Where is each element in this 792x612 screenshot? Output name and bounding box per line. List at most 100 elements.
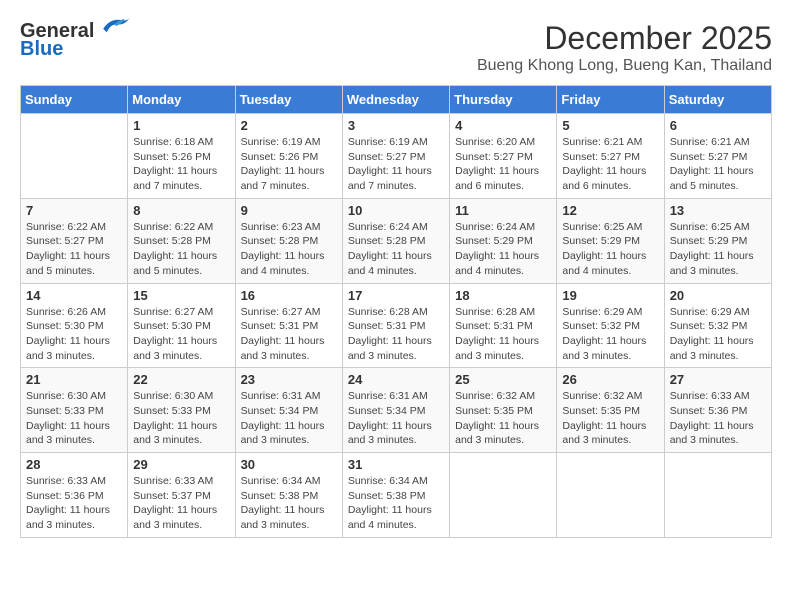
- day-info: Sunrise: 6:30 AMSunset: 5:33 PMDaylight:…: [133, 389, 229, 448]
- calendar-cell: 28Sunrise: 6:33 AMSunset: 5:36 PMDayligh…: [21, 453, 128, 538]
- calendar-cell: 2 Sunrise: 6:19 AMSunset: 5:26 PMDaylight…: [235, 114, 342, 199]
- day-number: 19: [562, 288, 658, 303]
- logo: General Blue: [20, 20, 132, 61]
- logo-blue: Blue: [20, 38, 63, 61]
- day-info: Sunrise: 6:19 AMSunset: 5:27 PMDaylight:…: [348, 135, 444, 194]
- day-info: Sunrise: 6:33 AMSunset: 5:36 PMDaylight:…: [26, 474, 122, 533]
- calendar-header-wednesday: Wednesday: [342, 86, 449, 114]
- day-number: 4: [455, 118, 551, 133]
- day-number: 22: [133, 372, 229, 387]
- title-section: December 2025 Bueng Khong Long, Bueng Ka…: [477, 20, 772, 75]
- calendar-header-sunday: Sunday: [21, 86, 128, 114]
- calendar-cell: 23 Sunrise: 6:31 AMSunset: 5:34 PMDayligh…: [235, 368, 342, 453]
- calendar-header-monday: Monday: [128, 86, 235, 114]
- calendar-cell: 1Sunrise: 6:18 AMSunset: 5:26 PMDaylight…: [128, 114, 235, 199]
- calendar-table: SundayMondayTuesdayWednesdayThursdayFrid…: [20, 85, 772, 538]
- day-info: Sunrise: 6:33 AMSunset: 5:36 PMDaylight:…: [670, 389, 766, 448]
- day-info: Sunrise: 6:28 AMSunset: 5:31 PMDaylight:…: [455, 305, 551, 364]
- day-number: 24: [348, 372, 444, 387]
- day-number: 8: [133, 203, 229, 218]
- month-year-title: December 2025: [477, 20, 772, 57]
- day-number: 20: [670, 288, 766, 303]
- calendar-cell: 29 Sunrise: 6:33 AMSunset: 5:37 PMDayligh…: [128, 453, 235, 538]
- day-info: Sunrise: 6:24 AMSunset: 5:28 PMDaylight:…: [348, 220, 444, 279]
- calendar-cell: [557, 453, 664, 538]
- logo-bird-icon: [96, 13, 132, 41]
- calendar-header-row: SundayMondayTuesdayWednesdayThursdayFrid…: [21, 86, 772, 114]
- day-number: 21: [26, 372, 122, 387]
- day-info: Sunrise: 6:27 AMSunset: 5:30 PMDaylight:…: [133, 305, 229, 364]
- day-number: 26: [562, 372, 658, 387]
- calendar-cell: 27 Sunrise: 6:33 AMSunset: 5:36 PMDayligh…: [664, 368, 771, 453]
- day-number: 13: [670, 203, 766, 218]
- day-info: Sunrise: 6:26 AMSunset: 5:30 PMDaylight:…: [26, 305, 122, 364]
- day-number: 15: [133, 288, 229, 303]
- calendar-cell: 15 Sunrise: 6:27 AMSunset: 5:30 PMDayligh…: [128, 283, 235, 368]
- day-info: Sunrise: 6:18 AMSunset: 5:26 PMDaylight:…: [133, 135, 229, 194]
- calendar-header-saturday: Saturday: [664, 86, 771, 114]
- calendar-header-thursday: Thursday: [450, 86, 557, 114]
- day-info: Sunrise: 6:23 AMSunset: 5:28 PMDaylight:…: [241, 220, 337, 279]
- day-info: Sunrise: 6:31 AMSunset: 5:34 PMDaylight:…: [348, 389, 444, 448]
- calendar-cell: 12Sunrise: 6:25 AMSunset: 5:29 PMDayligh…: [557, 198, 664, 283]
- day-number: 18: [455, 288, 551, 303]
- day-info: Sunrise: 6:25 AMSunset: 5:29 PMDaylight:…: [562, 220, 658, 279]
- page-header: General Blue December 2025 Bueng Khong L…: [20, 20, 772, 75]
- location-subtitle: Bueng Khong Long, Bueng Kan, Thailand: [477, 57, 772, 75]
- calendar-cell: 20 Sunrise: 6:29 AMSunset: 5:32 PMDayligh…: [664, 283, 771, 368]
- calendar-week-row: 1Sunrise: 6:18 AMSunset: 5:26 PMDaylight…: [21, 114, 772, 199]
- day-info: Sunrise: 6:20 AMSunset: 5:27 PMDaylight:…: [455, 135, 551, 194]
- day-info: Sunrise: 6:22 AMSunset: 5:27 PMDaylight:…: [26, 220, 122, 279]
- calendar-cell: 11Sunrise: 6:24 AMSunset: 5:29 PMDayligh…: [450, 198, 557, 283]
- calendar-cell: 26 Sunrise: 6:32 AMSunset: 5:35 PMDayligh…: [557, 368, 664, 453]
- calendar-cell: 19Sunrise: 6:29 AMSunset: 5:32 PMDayligh…: [557, 283, 664, 368]
- day-number: 29: [133, 457, 229, 472]
- day-number: 9: [241, 203, 337, 218]
- day-number: 27: [670, 372, 766, 387]
- calendar-header-friday: Friday: [557, 86, 664, 114]
- day-info: Sunrise: 6:25 AMSunset: 5:29 PMDaylight:…: [670, 220, 766, 279]
- day-number: 10: [348, 203, 444, 218]
- calendar-cell: 25Sunrise: 6:32 AMSunset: 5:35 PMDayligh…: [450, 368, 557, 453]
- calendar-week-row: 14Sunrise: 6:26 AMSunset: 5:30 PMDayligh…: [21, 283, 772, 368]
- day-info: Sunrise: 6:30 AMSunset: 5:33 PMDaylight:…: [26, 389, 122, 448]
- calendar-cell: [664, 453, 771, 538]
- calendar-cell: 3Sunrise: 6:19 AMSunset: 5:27 PMDaylight…: [342, 114, 449, 199]
- day-number: 31: [348, 457, 444, 472]
- day-number: 5: [562, 118, 658, 133]
- calendar-cell: 7Sunrise: 6:22 AMSunset: 5:27 PMDaylight…: [21, 198, 128, 283]
- day-number: 6: [670, 118, 766, 133]
- day-info: Sunrise: 6:27 AMSunset: 5:31 PMDaylight:…: [241, 305, 337, 364]
- calendar-cell: [21, 114, 128, 199]
- day-info: Sunrise: 6:21 AMSunset: 5:27 PMDaylight:…: [562, 135, 658, 194]
- day-info: Sunrise: 6:32 AMSunset: 5:35 PMDaylight:…: [562, 389, 658, 448]
- day-info: Sunrise: 6:31 AMSunset: 5:34 PMDaylight:…: [241, 389, 337, 448]
- calendar-header-tuesday: Tuesday: [235, 86, 342, 114]
- calendar-cell: 5 Sunrise: 6:21 AMSunset: 5:27 PMDaylight…: [557, 114, 664, 199]
- calendar-cell: [450, 453, 557, 538]
- calendar-cell: 6 Sunrise: 6:21 AMSunset: 5:27 PMDaylight…: [664, 114, 771, 199]
- day-info: Sunrise: 6:34 AMSunset: 5:38 PMDaylight:…: [241, 474, 337, 533]
- day-number: 25: [455, 372, 551, 387]
- day-info: Sunrise: 6:22 AMSunset: 5:28 PMDaylight:…: [133, 220, 229, 279]
- day-info: Sunrise: 6:33 AMSunset: 5:37 PMDaylight:…: [133, 474, 229, 533]
- day-info: Sunrise: 6:21 AMSunset: 5:27 PMDaylight:…: [670, 135, 766, 194]
- calendar-cell: 10 Sunrise: 6:24 AMSunset: 5:28 PMDayligh…: [342, 198, 449, 283]
- calendar-cell: 24 Sunrise: 6:31 AMSunset: 5:34 PMDayligh…: [342, 368, 449, 453]
- calendar-cell: 22 Sunrise: 6:30 AMSunset: 5:33 PMDayligh…: [128, 368, 235, 453]
- calendar-cell: 31Sunrise: 6:34 AMSunset: 5:38 PMDayligh…: [342, 453, 449, 538]
- calendar-cell: 9 Sunrise: 6:23 AMSunset: 5:28 PMDaylight…: [235, 198, 342, 283]
- calendar-cell: 17Sunrise: 6:28 AMSunset: 5:31 PMDayligh…: [342, 283, 449, 368]
- day-number: 2: [241, 118, 337, 133]
- day-number: 17: [348, 288, 444, 303]
- day-info: Sunrise: 6:24 AMSunset: 5:29 PMDaylight:…: [455, 220, 551, 279]
- day-number: 16: [241, 288, 337, 303]
- day-info: Sunrise: 6:19 AMSunset: 5:26 PMDaylight:…: [241, 135, 337, 194]
- day-info: Sunrise: 6:29 AMSunset: 5:32 PMDaylight:…: [670, 305, 766, 364]
- calendar-cell: 8 Sunrise: 6:22 AMSunset: 5:28 PMDaylight…: [128, 198, 235, 283]
- day-number: 23: [241, 372, 337, 387]
- calendar-week-row: 21 Sunrise: 6:30 AMSunset: 5:33 PMDayligh…: [21, 368, 772, 453]
- day-number: 30: [241, 457, 337, 472]
- calendar-week-row: 7Sunrise: 6:22 AMSunset: 5:27 PMDaylight…: [21, 198, 772, 283]
- calendar-cell: 4 Sunrise: 6:20 AMSunset: 5:27 PMDaylight…: [450, 114, 557, 199]
